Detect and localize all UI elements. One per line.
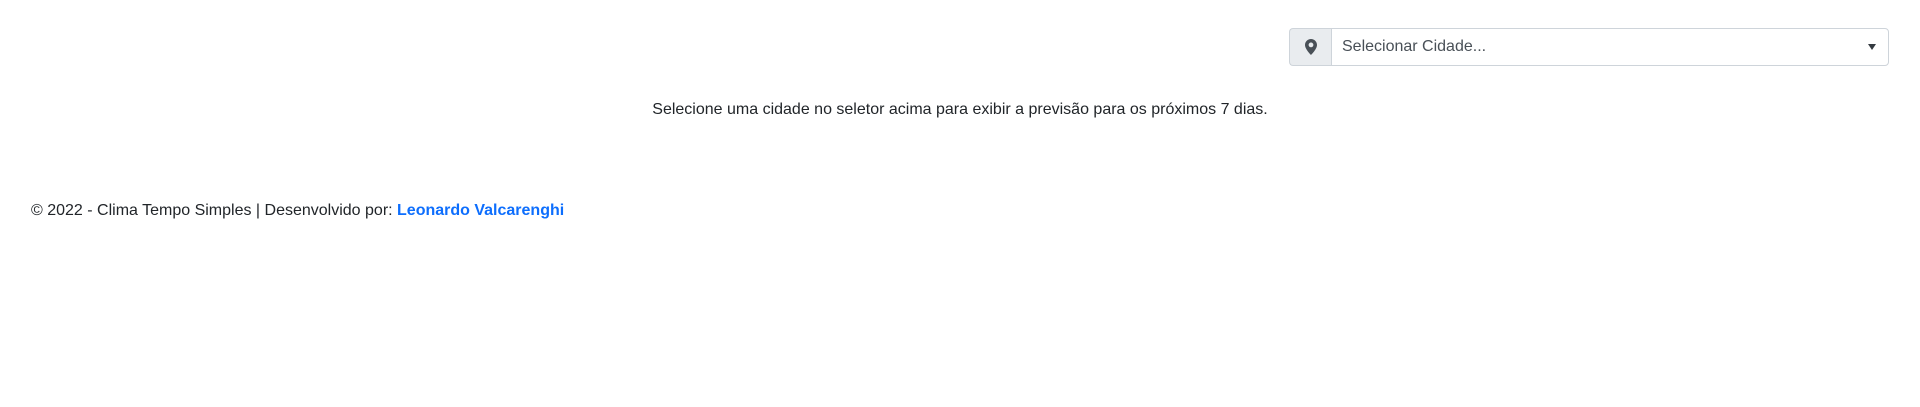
page: Selecionar Cidade... Selecione uma cidad… xyxy=(0,0,1920,407)
author-link[interactable]: Leonardo Valcarenghi xyxy=(397,202,564,219)
city-select-dropdown[interactable]: Selecionar Cidade... xyxy=(1331,28,1889,66)
city-selector-addon xyxy=(1289,28,1331,66)
city-select-placeholder: Selecionar Cidade... xyxy=(1342,38,1487,55)
footer-text: © 2022 - Clima Tempo Simples | Desenvolv… xyxy=(31,202,398,219)
footer: © 2022 - Clima Tempo Simples | Desenvolv… xyxy=(31,202,564,220)
city-selector: Selecionar Cidade... xyxy=(1289,28,1889,66)
forecast-info-message: Selecione uma cidade no seletor acima pa… xyxy=(652,101,1268,118)
map-marker-icon xyxy=(1304,39,1317,55)
caret-down-icon[interactable] xyxy=(1868,44,1876,50)
